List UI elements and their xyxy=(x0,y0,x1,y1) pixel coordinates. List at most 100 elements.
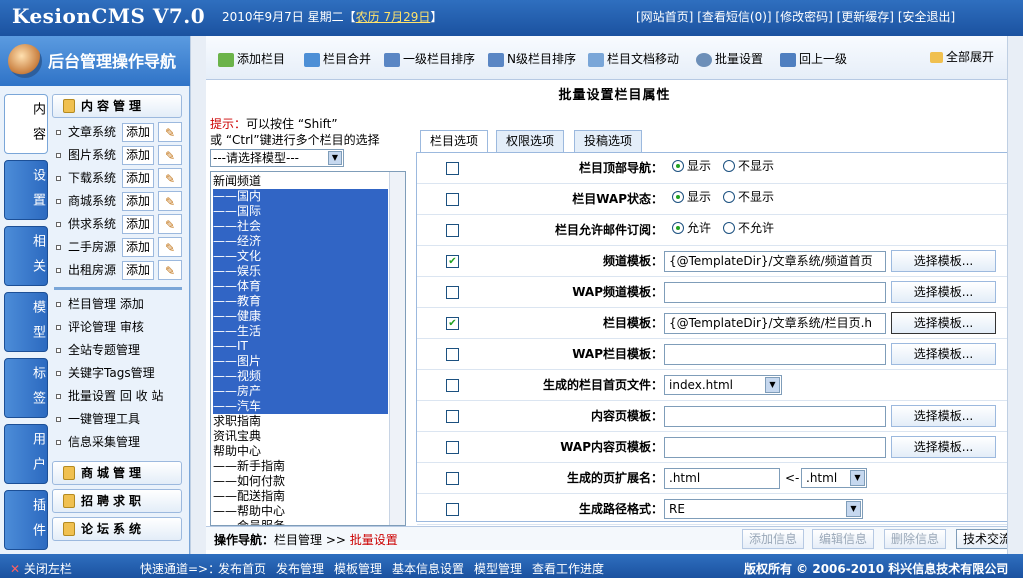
template-input[interactable]: {@TemplateDir}/文章系统/频道首页 xyxy=(664,251,886,272)
edit-icon[interactable]: ✎ xyxy=(158,191,182,211)
vtab-model[interactable]: 模型 xyxy=(4,292,48,352)
batch-settings-button[interactable]: 批量设置 xyxy=(696,50,763,67)
template-input[interactable] xyxy=(664,437,886,458)
quick-template-manage[interactable]: 模板管理 xyxy=(334,560,382,577)
index-file-select[interactable]: index.html ▼ xyxy=(664,375,782,395)
select-template-button[interactable]: 选择模板... xyxy=(891,250,996,272)
radio-option[interactable]: 不显示 xyxy=(723,188,774,205)
quick-model-manage[interactable]: 模型管理 xyxy=(474,560,522,577)
category-option[interactable]: 帮助中心 xyxy=(213,444,388,459)
tab-permission-options[interactable]: 权限选项 xyxy=(496,130,564,152)
category-option[interactable]: ——新手指南 xyxy=(213,459,388,474)
category-option[interactable]: ——体育 xyxy=(213,279,388,294)
vtab-content[interactable]: 内容 xyxy=(4,94,48,154)
radio-option[interactable]: 显示 xyxy=(672,188,711,205)
row-checkbox[interactable] xyxy=(446,224,459,237)
radio-option[interactable]: 显示 xyxy=(672,157,711,174)
category-option[interactable]: ——教育 xyxy=(213,294,388,309)
select-template-button[interactable]: 选择模板... xyxy=(891,281,996,303)
vtab-users[interactable]: 用户 xyxy=(4,424,48,484)
template-input[interactable]: {@TemplateDir}/文章系统/栏目页.h xyxy=(664,313,886,334)
add-supply-button[interactable]: 添加 xyxy=(122,215,154,234)
row-checkbox[interactable] xyxy=(446,503,459,516)
row-checkbox[interactable] xyxy=(446,472,459,485)
left-scrollbar[interactable] xyxy=(190,36,206,554)
category-option[interactable]: ——经济 xyxy=(213,234,388,249)
add-rental-button[interactable]: 添加 xyxy=(122,261,154,280)
expand-all-button[interactable]: 全部展开 xyxy=(930,48,994,65)
refresh-cache-link[interactable]: [更新缓存] xyxy=(837,10,894,24)
edit-icon[interactable]: ✎ xyxy=(158,122,182,142)
add-secondhand-button[interactable]: 添加 xyxy=(122,238,154,257)
quick-publish-manage[interactable]: 发布管理 xyxy=(276,560,324,577)
category-option[interactable]: ——生活 xyxy=(213,324,388,339)
row-checkbox[interactable] xyxy=(446,348,459,361)
category-option[interactable]: ——配送指南 xyxy=(213,489,388,504)
add-article-button[interactable]: 添加 xyxy=(122,123,154,142)
sort-level1-button[interactable]: 一级栏目排序 xyxy=(384,50,475,67)
radio-option[interactable]: 允许 xyxy=(672,219,711,236)
messages-link[interactable]: [查看短信(0)] xyxy=(697,10,771,24)
category-option[interactable]: ——国际 xyxy=(213,204,388,219)
row-checkbox[interactable] xyxy=(446,379,459,392)
category-option[interactable]: ——图片 xyxy=(213,354,388,369)
merge-column-button[interactable]: 栏目合并 xyxy=(304,50,371,67)
main-scrollbar[interactable] xyxy=(1007,36,1023,554)
panel-shop-manage[interactable]: 商城管理 xyxy=(52,461,182,485)
extension-input[interactable]: .html xyxy=(664,468,780,489)
select-template-button[interactable]: 选择模板... xyxy=(891,405,996,427)
content-management-header[interactable]: 内容管理 xyxy=(52,94,182,118)
category-option[interactable]: ——汽车 xyxy=(213,399,388,414)
category-option[interactable]: ——娱乐 xyxy=(213,264,388,279)
change-password-link[interactable]: [修改密码] xyxy=(775,10,832,24)
category-scrollbar[interactable] xyxy=(389,172,405,525)
template-input[interactable] xyxy=(664,406,886,427)
edit-icon[interactable]: ✎ xyxy=(158,214,182,234)
go-up-button[interactable]: 回上一级 xyxy=(780,50,847,67)
edit-icon[interactable]: ✎ xyxy=(158,237,182,257)
breadcrumb-column-manage[interactable]: 栏目管理 xyxy=(274,533,322,547)
category-option[interactable]: ——房产 xyxy=(213,384,388,399)
path-format-select[interactable]: RE ▼ xyxy=(664,499,863,519)
select-template-button[interactable]: 选择模板... xyxy=(891,436,996,458)
select-template-button[interactable]: 选择模板... xyxy=(891,343,996,365)
move-docs-button[interactable]: 栏目文档移动 xyxy=(588,50,679,67)
category-option[interactable]: ——会员服务 xyxy=(213,519,388,525)
radio-option[interactable]: 不允许 xyxy=(723,219,774,236)
category-option[interactable]: 求职指南 xyxy=(213,414,388,429)
vtab-settings[interactable]: 设置 xyxy=(4,160,48,220)
add-image-button[interactable]: 添加 xyxy=(122,146,154,165)
radio-option[interactable]: 不显示 xyxy=(723,157,774,174)
row-checkbox[interactable]: ✔ xyxy=(446,317,459,330)
category-option[interactable]: ——IT xyxy=(213,339,388,354)
category-option[interactable]: ——如何付款 xyxy=(213,474,388,489)
vtab-tags[interactable]: 标签 xyxy=(4,358,48,418)
category-listbox[interactable]: 新闻频道 ——国内 ——国际 ——社会 ——经济 ——文化 ——娱乐 ——体育 ——教育 ——健康… xyxy=(210,171,406,526)
edit-info-button[interactable]: 编辑信息 xyxy=(812,529,874,549)
category-option[interactable]: 资讯宝典 xyxy=(213,429,388,444)
vtab-plugins[interactable]: 插件 xyxy=(4,490,48,550)
add-column-button[interactable]: 添加栏目 xyxy=(218,50,285,67)
category-option[interactable]: 新闻频道 xyxy=(213,174,388,189)
row-checkbox[interactable] xyxy=(446,162,459,175)
select-template-button[interactable]: 选择模板... xyxy=(891,312,996,334)
vtab-related[interactable]: 相关 xyxy=(4,226,48,286)
logout-link[interactable]: [安全退出] xyxy=(898,10,955,24)
tab-column-options[interactable]: 栏目选项 xyxy=(420,130,488,153)
lunar-date[interactable]: 农历 7月29日 xyxy=(356,10,431,24)
template-input[interactable] xyxy=(664,282,886,303)
edit-icon[interactable]: ✎ xyxy=(158,260,182,280)
category-option[interactable]: ——社会 xyxy=(213,219,388,234)
add-download-button[interactable]: 添加 xyxy=(122,169,154,188)
add-shop-button[interactable]: 添加 xyxy=(122,192,154,211)
edit-icon[interactable]: ✎ xyxy=(158,168,182,188)
category-option[interactable]: ——帮助中心 xyxy=(213,504,388,519)
row-checkbox[interactable] xyxy=(446,286,459,299)
row-checkbox[interactable]: ✔ xyxy=(446,255,459,268)
edit-icon[interactable]: ✎ xyxy=(158,145,182,165)
tab-submission-options[interactable]: 投稿选项 xyxy=(574,130,642,152)
category-option[interactable]: ——国内 xyxy=(213,189,388,204)
close-sidebar-button[interactable]: ✕ 关闭左栏 xyxy=(10,560,72,577)
category-option[interactable]: ——文化 xyxy=(213,249,388,264)
sort-nlevel-button[interactable]: N级栏目排序 xyxy=(488,50,576,67)
